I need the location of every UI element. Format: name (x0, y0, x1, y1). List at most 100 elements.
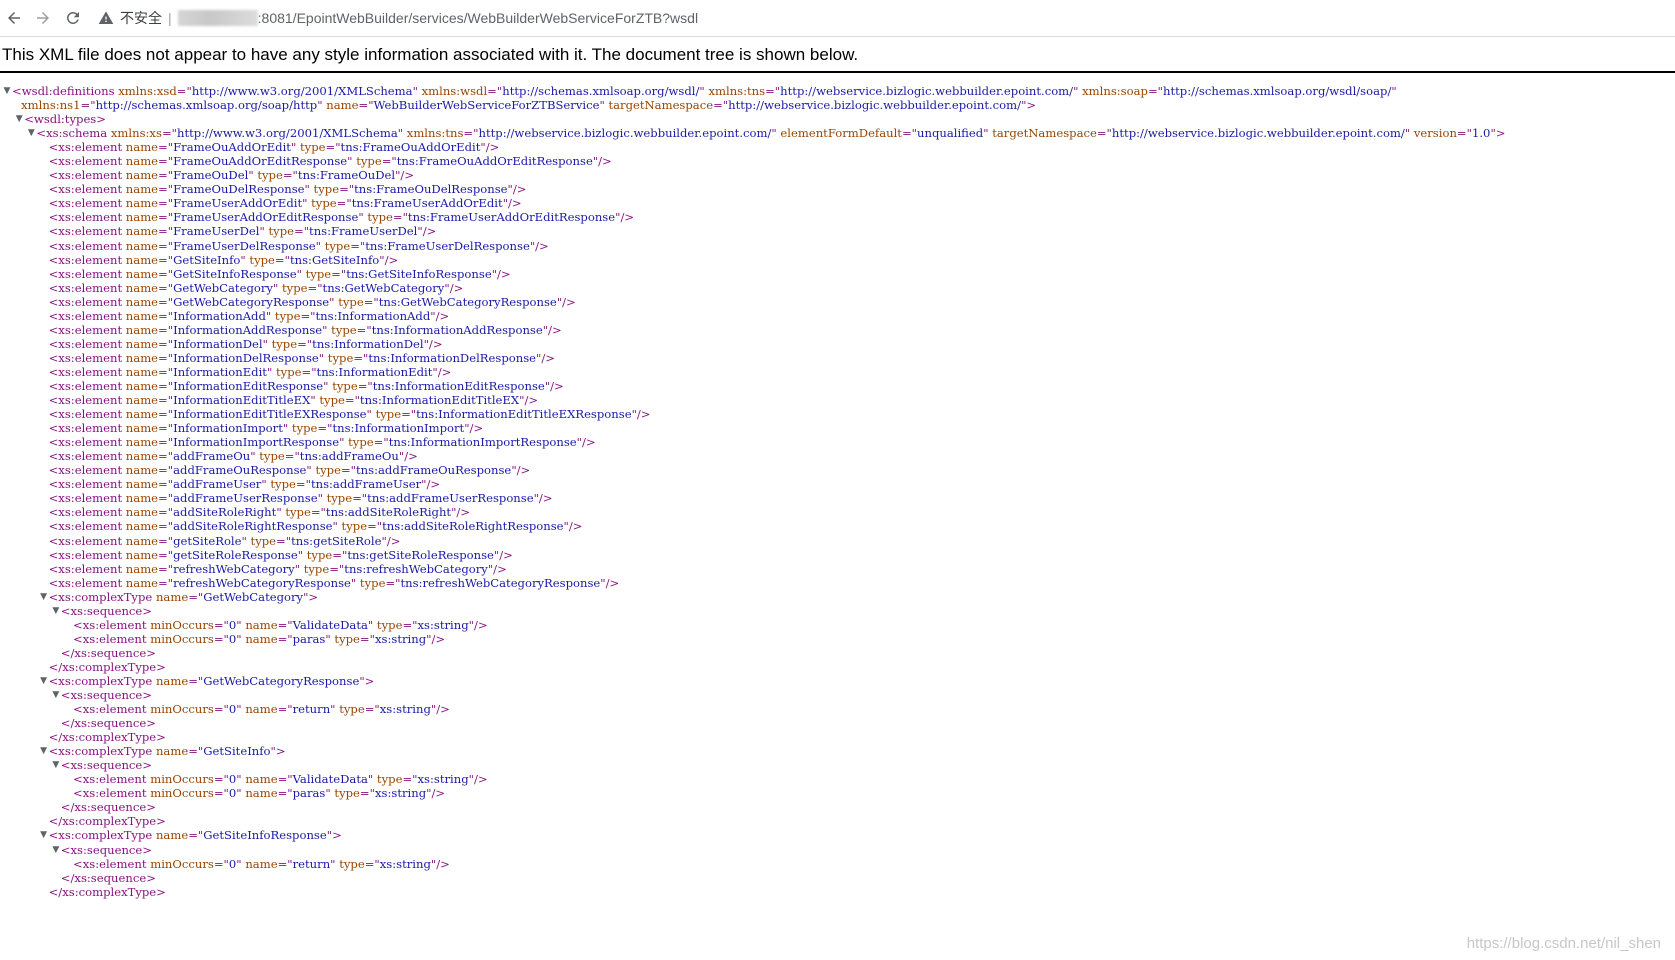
xml-attr-value: InformationImportResponse (173, 435, 340, 450)
xml-tag-text: =" (80, 98, 96, 113)
expand-toggle-icon[interactable]: ▼ (39, 828, 49, 842)
xml-tag-text: "/> (381, 533, 401, 548)
xml-tag-text: =" (158, 561, 174, 576)
xml-attr-value: addFrameUserResponse (173, 491, 318, 506)
xml-attr-name: type (309, 182, 340, 197)
xml-attr-name: type (278, 280, 308, 295)
xml-line: <xs:element name="InformationImport" typ… (0, 421, 1675, 435)
xml-tag-text: =" (300, 308, 316, 323)
expand-toggle-icon[interactable]: ▼ (51, 843, 61, 857)
xml-tag-text: <xs:sequence> (60, 758, 153, 773)
xml-tag-text: <xs:element (48, 140, 123, 155)
xml-tag-text: <xs:element (48, 519, 123, 534)
xml-attr-name: name (152, 828, 189, 843)
xml-attr-name: name (122, 350, 159, 365)
xml-attr-name: name (152, 744, 189, 759)
expand-toggle-icon[interactable]: ▼ (39, 674, 49, 688)
xml-tag-text: "/> (542, 322, 562, 337)
xml-attr-name: name (122, 519, 159, 534)
xml-tag-text: =" (158, 421, 174, 436)
arrow-right-icon (37, 12, 49, 24)
xml-attr-value: FrameOuAddOrEditResponse (173, 154, 348, 169)
expand-toggle-icon[interactable]: ▼ (14, 112, 24, 126)
back-button[interactable] (2, 6, 26, 30)
xml-tag-text: "> (303, 589, 319, 604)
address-bar[interactable]: 不安全 | :8081/EpointWebBuilder/services/We… (98, 5, 1658, 31)
xml-line: <xs:element name="addSiteRoleRightRespon… (0, 519, 1675, 533)
expand-toggle-icon[interactable]: ▼ (51, 688, 61, 702)
xml-line-text: </xs:complexType> (49, 885, 166, 899)
xml-attr-value: GetWebCategory (173, 280, 273, 295)
xml-tag-text: =" (213, 702, 229, 717)
expand-toggle-icon[interactable]: ▼ (39, 744, 49, 758)
xml-tag-text: =" (213, 856, 229, 871)
xml-line-text: <xs:sequence> (61, 843, 152, 857)
xml-tag-text: "/> (536, 350, 555, 365)
xml-attr-value: http://www.w3.org/2001/XMLSchema (177, 126, 398, 141)
xml-tag-text: =" (901, 126, 918, 141)
xml-line: </xs:sequence> (0, 716, 1675, 730)
xml-tag-text: "/> (480, 140, 500, 155)
expand-toggle-icon[interactable]: ▼ (51, 604, 61, 618)
xml-attr-name: xmlns:xs (107, 126, 162, 141)
xml-tag-text: =" (765, 84, 781, 98)
xml-tag-text: =" (325, 140, 341, 155)
xml-tag-text: <xs:element (48, 491, 123, 506)
expand-toggle-icon[interactable]: ▼ (26, 126, 36, 140)
xml-attr-name: type (335, 702, 365, 717)
xml-attr-name: name (241, 772, 278, 787)
xml-tag-text: =" (213, 617, 229, 632)
xml-tag-text: <xs:sequence> (60, 603, 153, 618)
security-label[interactable]: 不安全 (120, 8, 162, 28)
xml-tag-text: =" (274, 252, 290, 267)
expand-toggle-icon[interactable]: ▼ (51, 758, 61, 772)
xml-tag-text: <xs:element (48, 210, 123, 225)
xml-tag-text: "/> (468, 617, 488, 632)
xml-tag-text: =" (277, 856, 293, 871)
expand-toggle-icon[interactable]: ▼ (2, 84, 12, 98)
xml-attr-value: GetWebCategoryResponse (203, 673, 360, 688)
forward-button[interactable] (31, 6, 55, 30)
xml-tag-text: "/> (615, 210, 635, 225)
xml-tag-text: =" (158, 491, 174, 506)
xml-tag-text: =" (297, 336, 313, 351)
xml-tag-text: =" (317, 421, 333, 436)
xml-attr-value: tns:GetSiteInfoResponse (346, 266, 492, 281)
xml-attr-name: name (122, 547, 159, 562)
xml-line: ▼ <wsdl:definitions xmlns:xsd="http://www… (0, 84, 1675, 98)
xml-attr-value: tns:FrameOuDel (297, 168, 396, 183)
xml-tag-text: =" (158, 519, 174, 534)
xml-line: ▼ <xs:complexType name="GetWebCategory"> (0, 590, 1675, 604)
xml-line-text: </xs:sequence> (61, 646, 156, 660)
xml-tag-text: =" (373, 435, 389, 450)
xml-tag-text: =" (158, 210, 174, 225)
xml-attr-value: InformationImport (173, 421, 283, 436)
xml-line-text: <xs:element name="FrameOuAddOrEdit" type… (49, 140, 500, 154)
xml-tag-text: </xs:complexType> (48, 730, 166, 745)
xml-attr-value: http://www.w3.org/2001/XMLSchema (191, 84, 413, 98)
xml-tag-text: =" (161, 126, 177, 141)
url-text[interactable]: :8081/EpointWebBuilder/services/WebBuild… (258, 10, 698, 26)
expand-toggle-icon[interactable]: ▼ (39, 590, 49, 604)
xml-tag-text: <xs:element (48, 435, 123, 450)
xml-line: <xs:element minOccurs="0" name="Validate… (0, 618, 1675, 632)
xml-tag-text: "/> (444, 280, 464, 295)
xml-tag-text: <xs:element (48, 266, 123, 281)
xml-line-text: <wsdl:types> (24, 112, 106, 126)
xml-attr-value: xs:string (417, 617, 469, 632)
xml-line-text: </xs:complexType> (49, 660, 166, 674)
xml-attr-value: FrameUserAddOrEditResponse (173, 210, 359, 225)
xml-tag-text: <xs:element (48, 280, 123, 295)
xml-tag-text: =" (158, 533, 174, 548)
xml-tag-text: </xs:sequence> (60, 716, 156, 731)
xml-tag-text: =" (158, 168, 174, 183)
xml-attr-value: FrameUserDel (173, 224, 260, 239)
xml-attr-name: type (337, 519, 368, 534)
xml-tag-text: =" (188, 673, 204, 688)
reload-button[interactable] (61, 6, 85, 30)
xml-tag-text: =" (359, 631, 375, 646)
xml-attr-name: type (371, 407, 402, 422)
xml-attr-name: xmlns:ns1 (21, 98, 81, 113)
xml-line: <xs:element name="InformationDel" type="… (0, 337, 1675, 351)
xml-attr-name: name (122, 575, 159, 590)
